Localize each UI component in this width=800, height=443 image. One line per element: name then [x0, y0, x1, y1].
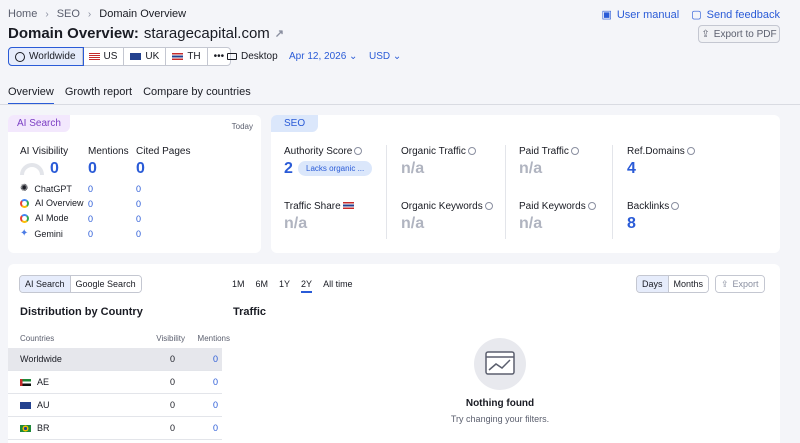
ai-visibility-value: 0: [50, 160, 59, 177]
google-icon: [20, 198, 29, 208]
info-icon[interactable]: [354, 147, 363, 156]
empty-chart-icon: [474, 338, 526, 390]
chatgpt-icon: ✺: [20, 183, 29, 194]
date-selector[interactable]: Apr 12, 2026 ⌄: [289, 51, 357, 62]
traffic-title: Traffic: [233, 306, 267, 318]
tab-growth-report[interactable]: Growth report: [65, 86, 132, 105]
tab-google-search[interactable]: Google Search: [70, 276, 141, 292]
list-item: ✦ Gemini: [20, 228, 63, 239]
export-pdf-button[interactable]: ⇪ Export to PDF: [698, 25, 780, 43]
info-icon[interactable]: [467, 147, 476, 156]
br-flag-icon: [20, 424, 31, 432]
mentions-value[interactable]: 0: [88, 160, 97, 178]
list-item: AI Overview: [20, 198, 84, 208]
monitor-icon: [227, 53, 237, 60]
currency-selector[interactable]: USD ⌄: [369, 51, 401, 62]
info-icon[interactable]: [570, 147, 579, 156]
upload-icon: ⇪: [701, 28, 710, 40]
table-header: Countries Visibility Mentions: [20, 334, 230, 343]
google-icon: [20, 213, 29, 223]
tab-worldwide[interactable]: Worldwide: [8, 47, 84, 66]
period-selector: 1M 6M 1Y 2Y All time: [232, 279, 353, 293]
info-icon[interactable]: [671, 202, 680, 211]
ae-flag-icon: [20, 378, 31, 386]
au-flag-icon: [20, 401, 31, 409]
source-toggle: AI Search Google Search: [19, 275, 142, 293]
tab-us[interactable]: US: [83, 48, 125, 65]
user-manual-link[interactable]: ▣ User manual: [601, 8, 679, 22]
uk-flag-icon: [130, 53, 142, 60]
upload-icon: ⇪: [721, 278, 729, 289]
backlinks-value[interactable]: 8: [627, 215, 636, 233]
tab-ai-search[interactable]: AI Search: [19, 276, 72, 292]
table-row[interactable]: AU 0 0: [8, 394, 222, 417]
page-tabs: Overview Growth report Compare by countr…: [8, 86, 251, 105]
breadcrumb-seo[interactable]: SEO: [57, 8, 80, 20]
ref-domains-value[interactable]: 4: [627, 160, 636, 178]
divider: [0, 104, 800, 105]
unit-toggle: Days Months: [636, 275, 710, 293]
status-badge: Lacks organic ...: [298, 161, 373, 176]
tab-uk[interactable]: UK: [124, 48, 167, 65]
distribution-card: AI Search Google Search 1M 6M 1Y 2Y All …: [8, 264, 780, 443]
authority-score-value[interactable]: 2: [284, 160, 293, 178]
table-row[interactable]: AE 0 0: [8, 371, 222, 394]
table-row[interactable]: BR 0 0: [8, 417, 222, 440]
book-icon: ▣: [601, 9, 612, 21]
empty-title: Nothing found: [465, 398, 535, 409]
export-button[interactable]: ⇪ Export: [715, 275, 765, 293]
gauge-icon: [20, 163, 44, 175]
empty-subtitle: Try changing your filters.: [450, 414, 550, 424]
info-icon[interactable]: [484, 202, 493, 211]
device-selector[interactable]: Desktop: [227, 51, 278, 62]
database-tabs: Worldwide US UK TH •••: [8, 47, 232, 66]
tab-months[interactable]: Months: [668, 276, 709, 292]
seo-tag: SEO: [271, 115, 319, 132]
list-item: AI Mode: [20, 213, 69, 223]
ai-search-card: AI Search Today AI Visibility Mentions C…: [8, 115, 261, 253]
chat-icon: ▢: [691, 9, 702, 21]
external-link-icon[interactable]: ↗: [275, 27, 284, 40]
info-icon[interactable]: [686, 147, 695, 156]
gemini-icon: ✦: [20, 228, 29, 239]
tab-days[interactable]: Days: [637, 276, 670, 292]
send-feedback-link[interactable]: ▢ Send feedback: [691, 8, 780, 22]
globe-icon: [15, 51, 25, 62]
tab-th[interactable]: TH: [166, 48, 208, 65]
chevron-right-icon: ›: [45, 8, 49, 20]
breadcrumb-current: Domain Overview: [99, 8, 187, 20]
breadcrumb-home[interactable]: Home: [8, 8, 37, 20]
cited-pages-value[interactable]: 0: [136, 160, 145, 178]
chevron-down-icon: ⌄: [392, 51, 402, 62]
tab-compare-countries[interactable]: Compare by countries: [143, 86, 251, 105]
th-flag-icon: [172, 53, 184, 60]
domain-name: staragecapital.com: [143, 25, 270, 42]
breadcrumb: Home › SEO › Domain Overview: [8, 8, 186, 20]
list-item: ✺ ChatGPT: [20, 183, 72, 194]
seo-card: SEO Authority Score 2 Lacks organic ... …: [271, 115, 780, 253]
us-flag-icon: [88, 53, 100, 60]
tab-overview[interactable]: Overview: [8, 86, 54, 105]
ai-search-tag: AI Search: [8, 115, 70, 132]
info-icon[interactable]: [587, 202, 596, 211]
table-row[interactable]: Worldwide 0 0: [8, 348, 222, 371]
th-flag-icon: [343, 202, 355, 209]
chevron-right-icon: ›: [87, 8, 92, 20]
distribution-title: Distribution by Country: [20, 306, 143, 318]
page-title: Domain Overview: staragecapital.com ↗: [8, 25, 285, 42]
chevron-down-icon: ⌄: [349, 51, 358, 62]
